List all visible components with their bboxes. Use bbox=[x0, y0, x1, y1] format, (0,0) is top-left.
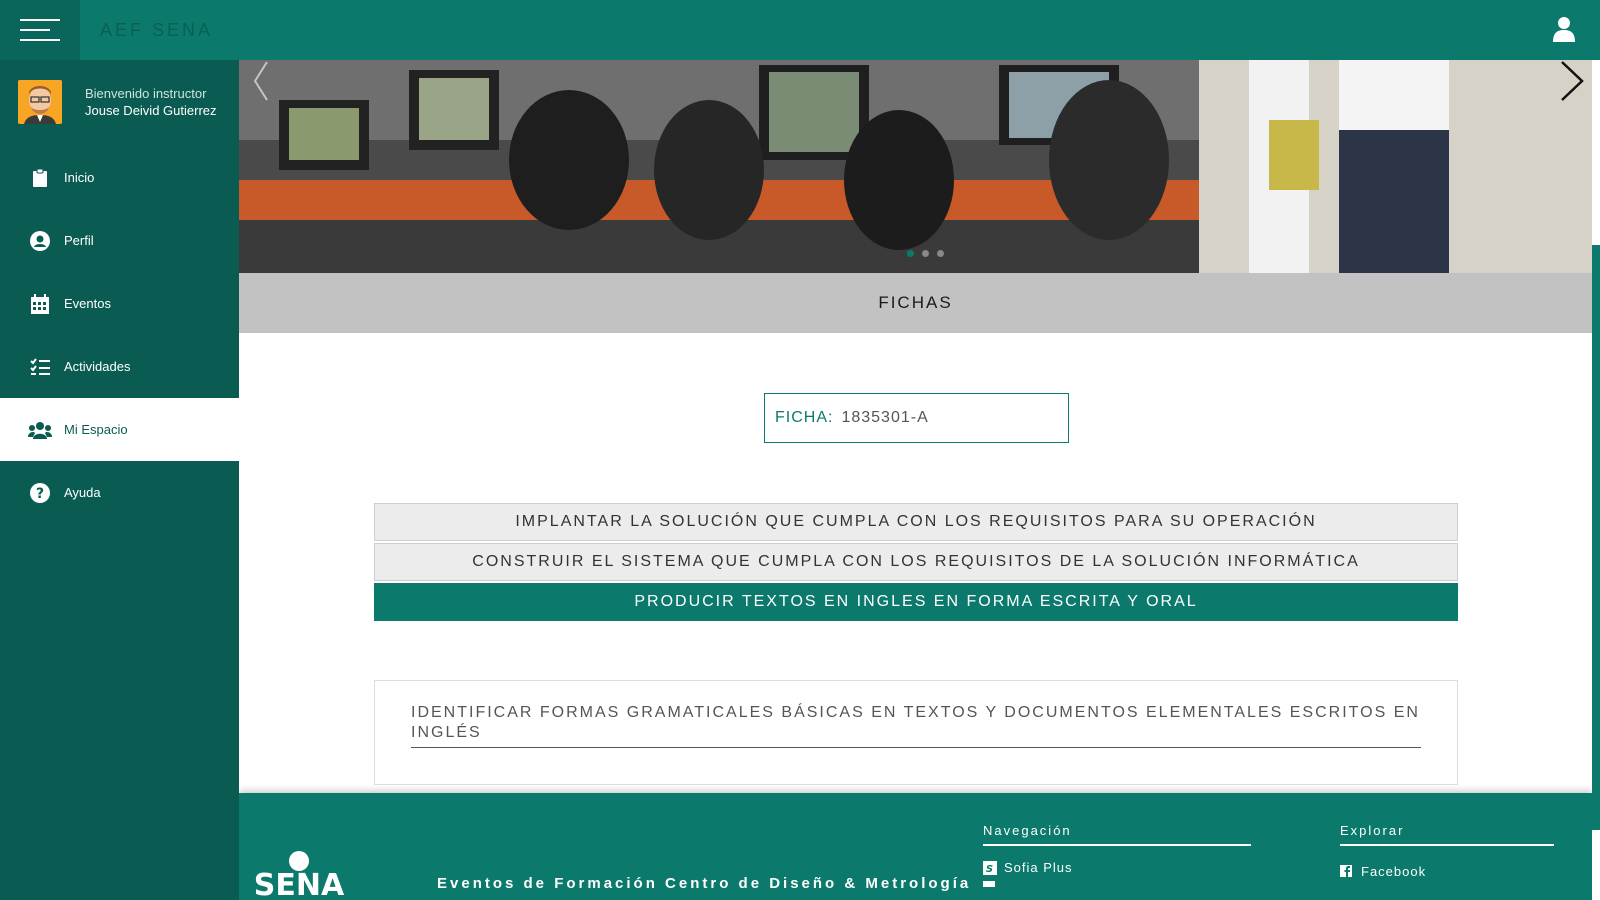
sidebar-item-label: Inicio bbox=[64, 170, 95, 185]
top-bar: AEF SENA bbox=[0, 0, 1600, 60]
footer-link-facebook[interactable]: Facebook bbox=[1340, 864, 1554, 879]
facebook-icon bbox=[1340, 864, 1354, 879]
sidebar-item-label: Ayuda bbox=[64, 485, 101, 500]
carousel-dot[interactable] bbox=[922, 250, 929, 257]
section-title: FICHAS bbox=[239, 273, 1592, 333]
user-name: Jouse Deivid Gutierrez bbox=[85, 103, 217, 118]
sidebar-item-label: Mi Espacio bbox=[64, 422, 128, 437]
footer-explore-heading: Explorar bbox=[1340, 823, 1554, 846]
link-icon bbox=[983, 881, 995, 887]
sena-logo-text: SENA bbox=[254, 868, 345, 900]
footer-nav-column: Navegación S Sofia Plus bbox=[983, 823, 1251, 887]
chevron-left-icon[interactable] bbox=[253, 60, 269, 102]
footer-nav-heading: Navegación bbox=[983, 823, 1251, 846]
ficha-select[interactable]: FICHA: 1835301-A bbox=[764, 393, 1069, 443]
sidebar-item-eventos[interactable]: Eventos bbox=[0, 272, 239, 335]
footer-explore-column: Explorar Facebook bbox=[1340, 823, 1554, 879]
svg-text:S: S bbox=[986, 864, 994, 875]
sidebar-item-label: Perfil bbox=[64, 233, 94, 248]
sena-logo: SENA bbox=[254, 851, 345, 900]
carousel-dot[interactable] bbox=[937, 250, 944, 257]
welcome-text: Bienvenido instructor bbox=[85, 86, 207, 101]
calendar-icon bbox=[28, 293, 52, 314]
users-icon bbox=[28, 420, 52, 440]
hamburger-icon bbox=[20, 19, 60, 41]
sidebar-item-label: Actividades bbox=[64, 359, 131, 374]
ficha-label: FICHA: bbox=[775, 409, 834, 426]
accordion-panel: IDENTIFICAR FORMAS GRAMATICALES BÁSICAS … bbox=[374, 680, 1458, 785]
clipboard-icon bbox=[28, 168, 52, 188]
panel-item-link[interactable]: IDENTIFICAR FORMAS GRAMATICALES BÁSICAS … bbox=[411, 703, 1421, 748]
sidebar: Bienvenido instructor Jouse Deivid Gutie… bbox=[0, 60, 239, 900]
avatar bbox=[18, 80, 62, 124]
main-content: FICHAS FICHA: 1835301-A IMPLANTAR LA SOL… bbox=[239, 60, 1592, 900]
sofia-plus-icon: S bbox=[983, 860, 997, 875]
footer-link-sofia-plus[interactable]: S Sofia Plus bbox=[983, 860, 1251, 875]
sidebar-item-inicio[interactable]: Inicio bbox=[0, 146, 239, 209]
checklist-icon bbox=[28, 357, 52, 377]
footer-title: Eventos de Formación Centro de Diseño & … bbox=[437, 875, 972, 892]
accordion-item[interactable]: IMPLANTAR LA SOLUCIÓN QUE CUMPLA CON LOS… bbox=[374, 503, 1458, 541]
user-circle-icon bbox=[28, 230, 52, 251]
help-icon: ? bbox=[28, 482, 52, 503]
footer-link-label: Sofia Plus bbox=[1004, 860, 1073, 875]
footer: SENA Eventos de Formación Centro de Dise… bbox=[239, 793, 1592, 900]
menu-toggle-button[interactable] bbox=[0, 0, 80, 60]
user-icon[interactable] bbox=[1552, 16, 1576, 42]
sidebar-item-label: Eventos bbox=[64, 296, 111, 311]
ficha-value: 1835301-A bbox=[841, 409, 929, 426]
sidebar-item-actividades[interactable]: Actividades bbox=[0, 335, 239, 398]
footer-link-label: Facebook bbox=[1361, 864, 1427, 879]
banner-image bbox=[239, 60, 1592, 273]
user-profile: Bienvenido instructor Jouse Deivid Gutie… bbox=[0, 60, 239, 146]
chevron-right-icon[interactable] bbox=[1558, 60, 1586, 102]
accordion-item[interactable]: CONSTRUIR EL SISTEMA QUE CUMPLA CON LOS … bbox=[374, 543, 1458, 581]
footer-link-partial[interactable] bbox=[983, 881, 1251, 887]
banner-carousel bbox=[239, 60, 1592, 273]
sidebar-item-ayuda[interactable]: ? Ayuda bbox=[0, 461, 239, 524]
carousel-dot[interactable] bbox=[907, 250, 914, 257]
app-title: AEF SENA bbox=[100, 20, 214, 40]
sidebar-item-mi-espacio[interactable]: Mi Espacio bbox=[0, 398, 239, 461]
svg-text:?: ? bbox=[36, 486, 44, 502]
sidebar-item-perfil[interactable]: Perfil bbox=[0, 209, 239, 272]
carousel-indicators bbox=[907, 250, 944, 257]
scrollbar-thumb[interactable] bbox=[1592, 245, 1600, 830]
accordion-item-open[interactable]: PRODUCIR TEXTOS EN INGLES EN FORMA ESCRI… bbox=[374, 583, 1458, 621]
